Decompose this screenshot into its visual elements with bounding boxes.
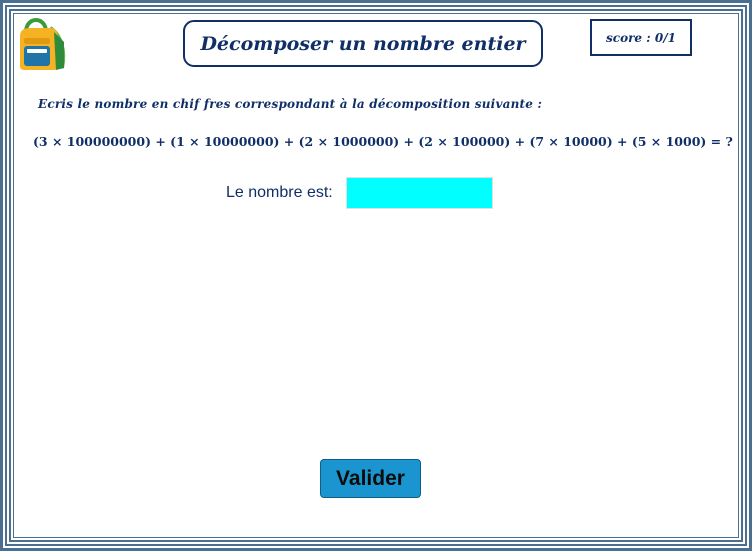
backpack-icon [20,18,66,70]
answer-input[interactable] [346,177,493,209]
exercise-instruction: Ecris le nombre en chif fres corresponda… [38,97,543,111]
validate-button[interactable]: Valider [320,459,421,498]
answer-label: Le nombre est: [226,184,333,201]
decomposition-equation: (3 × 100000000) + (1 × 10000000) + (2 × … [33,134,733,149]
page-title: Décomposer un nombre entier [183,20,543,67]
score-display: score : 0/1 [590,19,692,56]
